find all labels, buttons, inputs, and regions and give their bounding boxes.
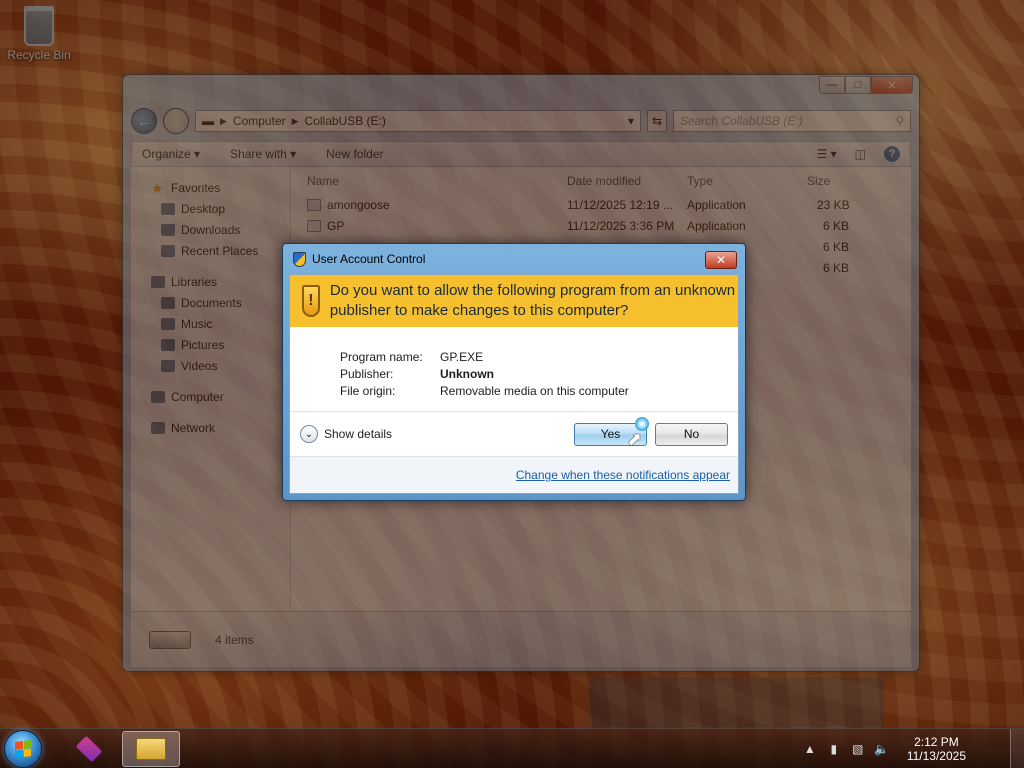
folder-icon	[136, 738, 166, 760]
uac-title-bar: User Account Control	[289, 244, 739, 274]
system-tray: ▲ ▮ ▧ 🔈 2:12 PM 11/13/2025	[803, 729, 966, 768]
taskbar: ▲ ▮ ▧ 🔈 2:12 PM 11/13/2025	[0, 728, 1024, 768]
chevron-down-icon: ⌄	[300, 425, 318, 443]
program-info: Program name: GP.EXE Publisher: Unknown …	[290, 327, 738, 400]
mouse-pointer-icon: ⬈	[627, 428, 643, 449]
info-row-origin: File origin: Removable media on this com…	[340, 384, 629, 398]
file-origin-value: Removable media on this computer	[440, 384, 629, 398]
usb-icon[interactable]: ▮	[827, 742, 841, 756]
uac-warning-banner: ! Do you want to allow the following pro…	[290, 275, 738, 327]
program-name-value: GP.EXE	[440, 350, 484, 364]
start-button[interactable]	[4, 730, 42, 768]
notification-popup	[590, 677, 884, 727]
show-details-label: Show details	[324, 427, 393, 441]
uac-buttons: Yes ⬈ No	[574, 416, 728, 449]
show-hidden-icons-icon[interactable]: ▲	[803, 742, 817, 756]
change-notifications-link[interactable]: Change when these notifications appear	[516, 468, 730, 482]
uac-body: ! Do you want to allow the following pro…	[289, 274, 739, 494]
uac-question: Do you want to allow the following progr…	[329, 282, 736, 319]
uac-title: User Account Control	[312, 252, 426, 266]
uac-dialog: User Account Control ✕ ! Do you want to …	[282, 243, 746, 501]
warning-shield-icon: !	[302, 285, 320, 317]
network-tray-icon[interactable]: ▧	[851, 742, 865, 756]
clock-time: 2:12 PM	[914, 735, 959, 749]
clock[interactable]: 2:12 PM 11/13/2025	[907, 735, 966, 763]
uac-shield-icon	[293, 251, 306, 267]
uac-actions: ⌄ Show details Yes ⬈ No	[290, 412, 738, 456]
info-row-publisher: Publisher: Unknown	[340, 367, 494, 381]
info-row-program: Program name: GP.EXE	[340, 350, 484, 364]
media-player-icon	[75, 735, 103, 763]
show-details-toggle[interactable]: ⌄ Show details	[300, 425, 392, 443]
publisher-value: Unknown	[440, 367, 494, 381]
yes-button[interactable]: Yes ⬈	[574, 416, 649, 449]
taskbar-media-player[interactable]	[60, 731, 118, 767]
no-button[interactable]: No	[655, 422, 728, 446]
volume-icon[interactable]: 🔈	[874, 742, 889, 756]
uac-footer: Change when these notifications appear	[290, 456, 738, 493]
windows-logo-icon	[15, 740, 31, 758]
show-desktop-button[interactable]	[1010, 729, 1024, 768]
taskbar-explorer[interactable]	[122, 731, 180, 767]
uac-close-button[interactable]: ✕	[705, 251, 737, 269]
clock-date: 11/13/2025	[906, 749, 966, 763]
